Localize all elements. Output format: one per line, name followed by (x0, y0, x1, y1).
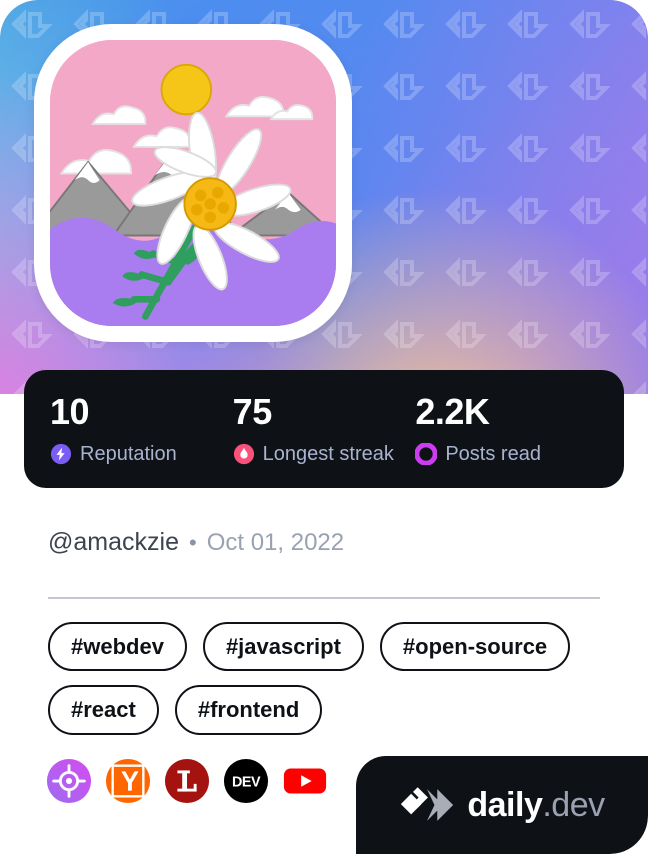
stat-posts-read: 2.2K Posts read (415, 390, 598, 465)
hacker-news-y-icon[interactable] (105, 758, 151, 804)
roadmap-target-icon[interactable] (46, 758, 92, 804)
tag-item[interactable]: #webdev (48, 622, 187, 672)
devcard: 10 Reputation 75 Longest streak 2.2K Pos… (0, 0, 648, 854)
tag-item[interactable]: #frontend (174, 685, 323, 735)
stat-posts-read-value: 2.2K (415, 390, 490, 432)
daily-dev-chevron-logo (401, 787, 454, 821)
tag-item[interactable]: #javascript (202, 622, 364, 672)
svg-text:DEV: DEV (232, 775, 261, 791)
profile-date: Oct 01, 2022 (206, 529, 345, 556)
youtube-play-icon[interactable] (282, 758, 328, 804)
brand-name-primary: daily (467, 785, 543, 824)
brand-wordmark: daily.dev (467, 785, 605, 825)
tag-item[interactable]: #react (48, 685, 159, 735)
daily-dev-badge: daily.dev (356, 756, 648, 854)
dev-to-icon[interactable]: DEV (223, 758, 269, 804)
stat-reputation-value: 10 (50, 390, 90, 432)
social-links: DEV (46, 758, 328, 804)
meta-separator: • (188, 530, 197, 555)
avatar-image (50, 40, 336, 326)
divider (48, 597, 600, 599)
stat-longest-streak-value: 75 (232, 390, 273, 432)
streak-flame-icon (233, 443, 254, 464)
stat-longest-streak: 75 Longest streak (232, 390, 416, 465)
profile-meta: @amackzie • Oct 01, 2022 (48, 528, 344, 557)
stat-reputation-label: Reputation (80, 442, 177, 465)
tag-list: #webdev #javascript #open-source #react … (48, 622, 608, 735)
reputation-bolt-icon (50, 443, 72, 464)
stats-bar: 10 Reputation 75 Longest streak 2.2K Pos… (24, 370, 624, 488)
stat-posts-read-label: Posts read (445, 442, 541, 465)
stat-reputation: 10 Reputation (50, 390, 233, 465)
stat-longest-streak-label: Longest streak (262, 442, 394, 465)
lintree-l-icon[interactable] (164, 758, 210, 804)
tag-item[interactable]: #open-source (379, 622, 571, 672)
profile-handle: @amackzie (48, 528, 179, 556)
avatar (34, 24, 352, 342)
posts-read-ring-icon (415, 442, 438, 465)
brand-name-secondary: .dev (542, 785, 605, 824)
